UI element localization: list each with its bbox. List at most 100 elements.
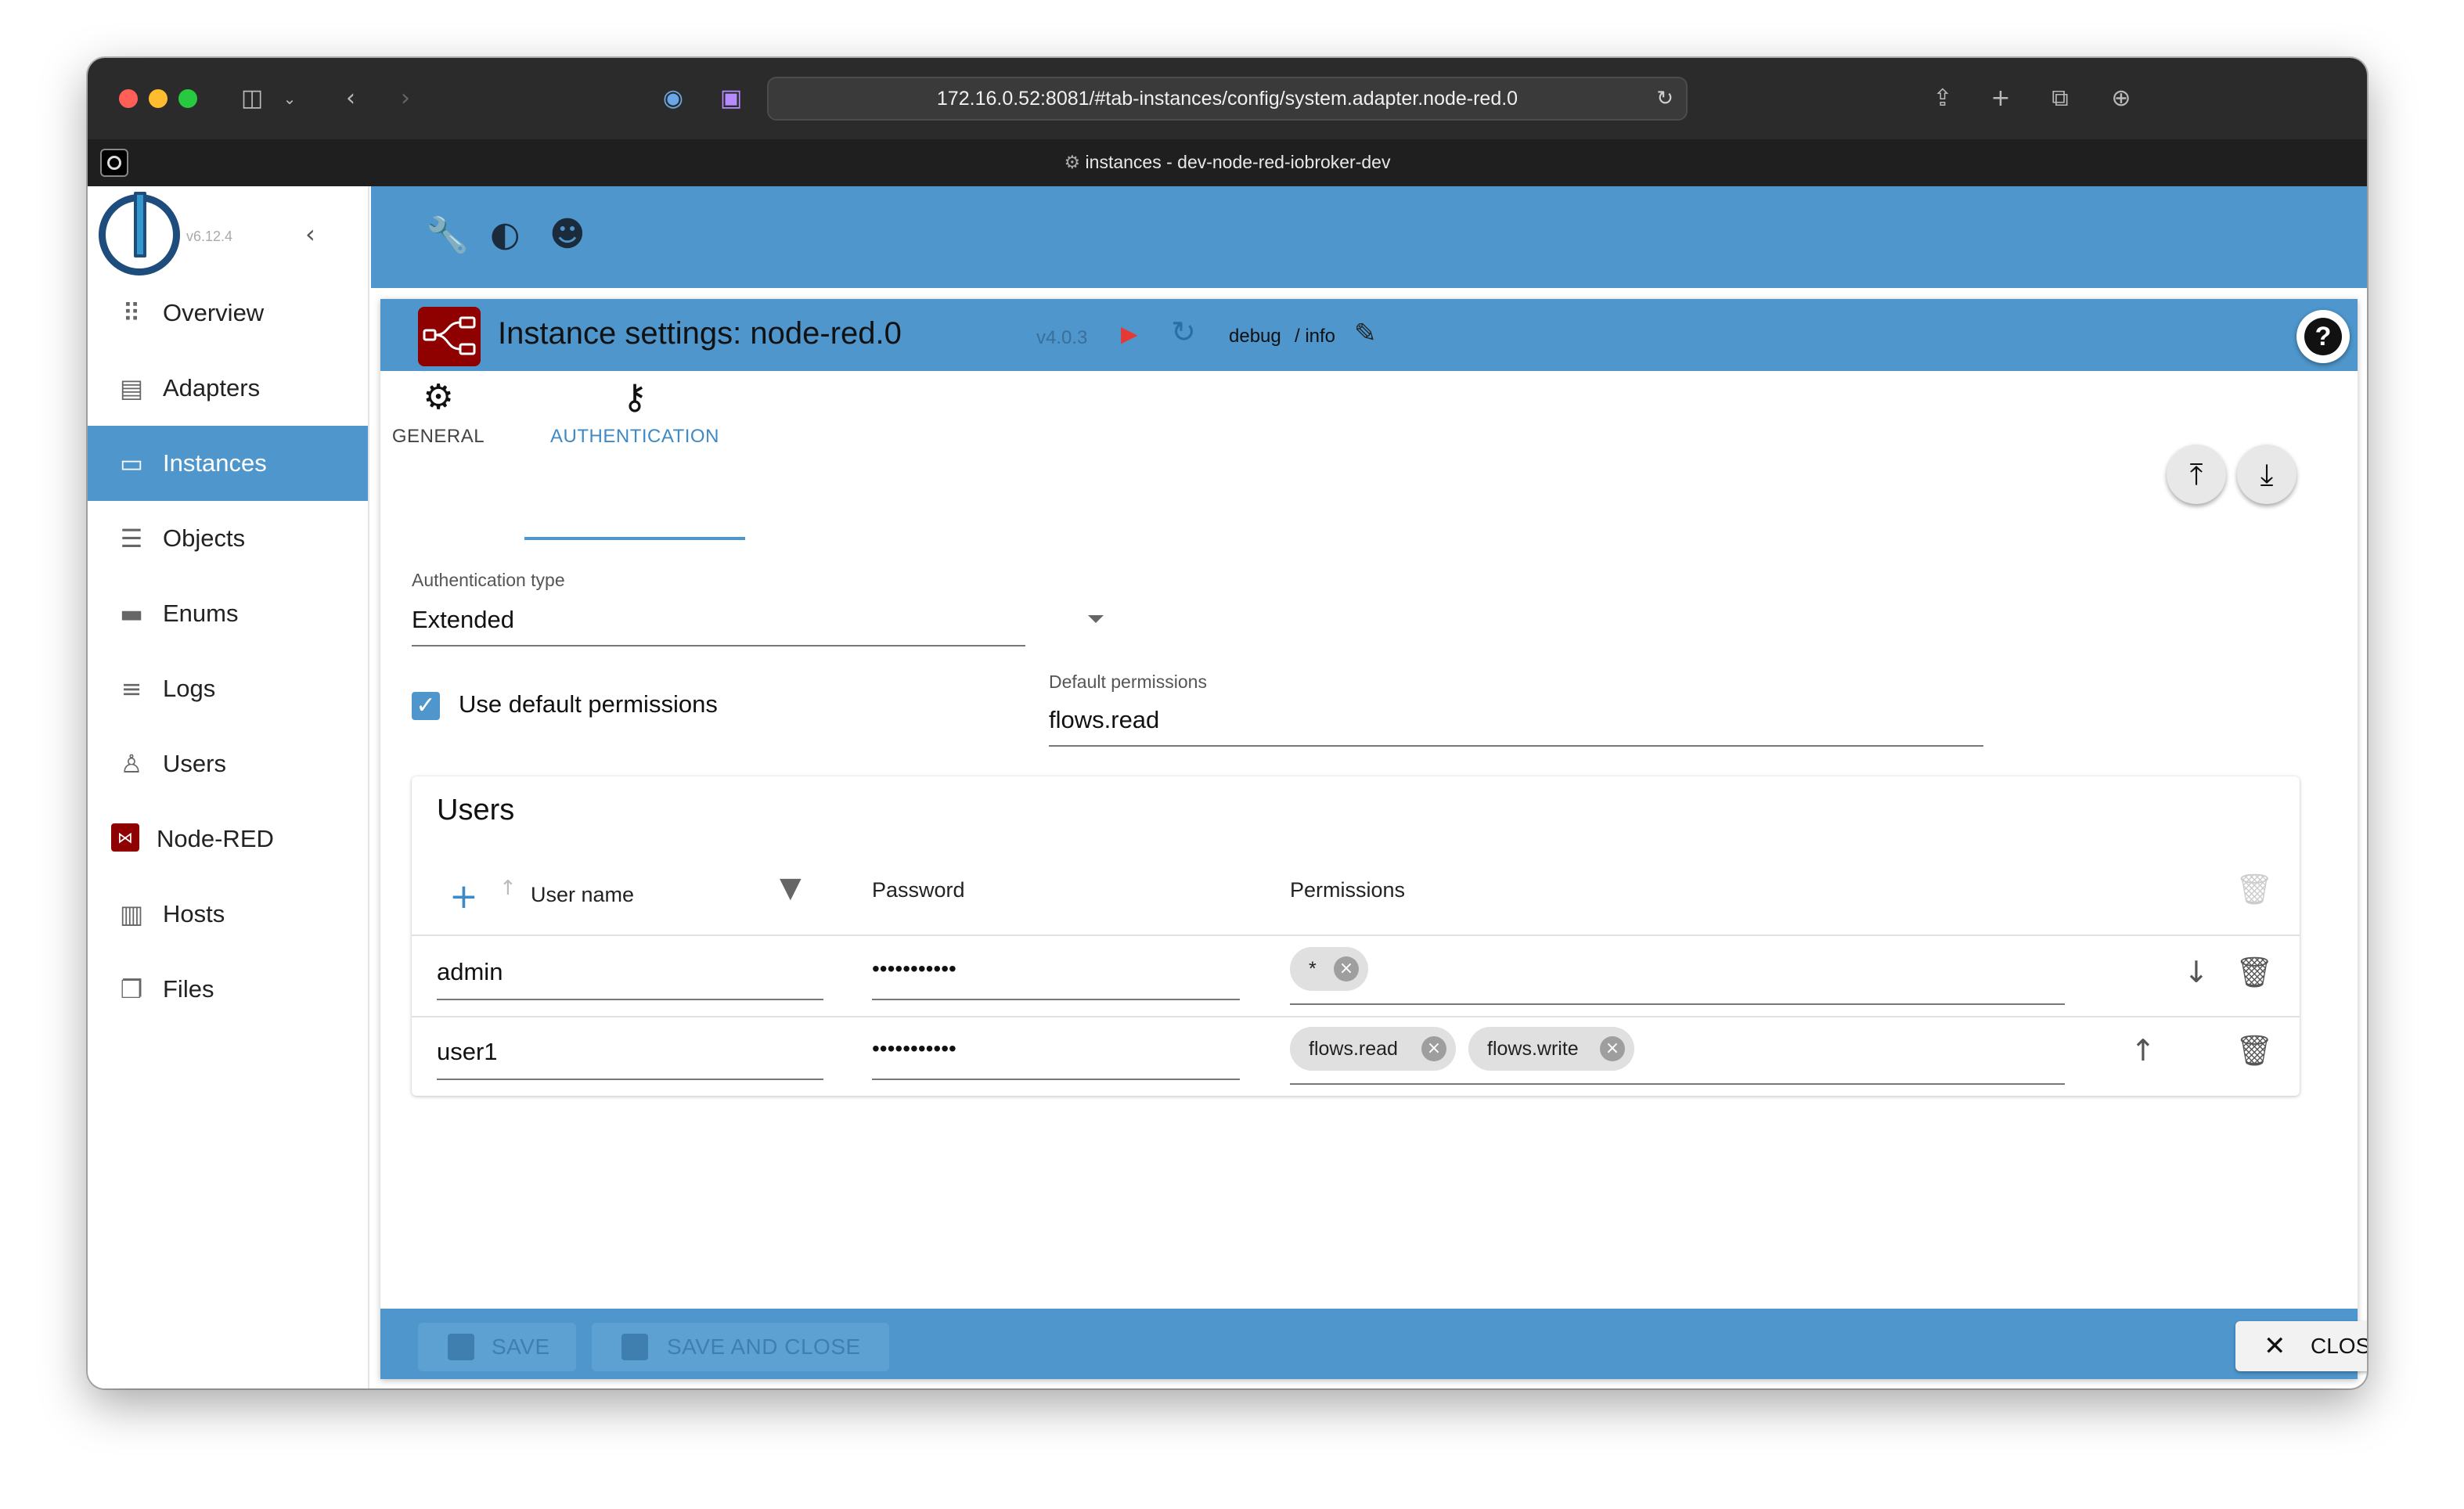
store-icon: ▤ bbox=[119, 373, 144, 403]
downloads-icon[interactable]: ⊕ bbox=[2106, 83, 2137, 114]
zoom-window-button[interactable] bbox=[178, 89, 197, 108]
move-down-icon[interactable]: ↓ bbox=[2184, 955, 2209, 989]
password-input[interactable]: ••••••••••• bbox=[872, 1036, 956, 1061]
delete-row-icon[interactable]: 🗑 bbox=[2235, 1033, 2273, 1068]
close-label: CLOSE bbox=[2311, 1334, 2367, 1358]
close-icon: ✕ bbox=[2264, 1331, 2286, 1362]
dropdown-arrow-icon[interactable] bbox=[1088, 615, 1104, 623]
default-permissions-input[interactable]: flows.read bbox=[1049, 706, 1159, 734]
grid-icon: ⠿ bbox=[122, 298, 141, 328]
username-input[interactable]: admin bbox=[437, 958, 503, 986]
tab-strip: ⚙ instances - dev-node-red-iobroker-dev bbox=[88, 139, 2367, 186]
sidebar-item-enums[interactable]: ▬ Enums bbox=[88, 576, 368, 651]
permission-chip[interactable]: flows.read × bbox=[1290, 1027, 1456, 1071]
password-underline bbox=[872, 999, 1240, 1000]
brightness-icon[interactable]: ◐ bbox=[490, 214, 520, 254]
close-button[interactable]: ✕ CLOSE bbox=[2235, 1321, 2367, 1371]
tab-title[interactable]: ⚙ instances - dev-node-red-iobroker-dev bbox=[88, 152, 2367, 173]
sidebar-item-label: Files bbox=[163, 975, 214, 1003]
save-button[interactable]: SAVE bbox=[418, 1323, 576, 1371]
expert-mode-icon[interactable]: ☻ bbox=[549, 214, 585, 254]
password-manager-icon[interactable]: ◉ bbox=[657, 83, 689, 114]
extension-icon[interactable]: ▣ bbox=[715, 83, 747, 114]
add-user-icon[interactable]: + bbox=[449, 877, 478, 917]
users-title: Users bbox=[437, 794, 515, 827]
sidebar-item-label: Objects bbox=[163, 524, 246, 552]
wrench-icon[interactable]: 🔧 bbox=[426, 214, 469, 255]
reload-icon[interactable]: ↻ bbox=[1656, 78, 1673, 119]
browser-window: ◫ ⌄ ‹ › ◉ ▣ 172.16.0.52:8081/#tab-instan… bbox=[88, 58, 2367, 1388]
move-up-icon[interactable]: ↑ bbox=[2131, 1033, 2156, 1068]
iobroker-logo bbox=[99, 192, 180, 276]
sidebar-item-label: Enums bbox=[163, 600, 239, 627]
sidebar-toggle-icon[interactable]: ◫ bbox=[236, 83, 268, 114]
sidebar-item-adapters[interactable]: ▤ Adapters bbox=[88, 351, 368, 426]
sidebar-item-files[interactable]: ❐ Files bbox=[88, 952, 368, 1027]
tab-general[interactable]: ⚙ GENERAL bbox=[391, 377, 485, 471]
adapter-version: v4.0.3 bbox=[1036, 327, 1088, 348]
download-config-button[interactable]: ⤓ bbox=[2237, 445, 2296, 504]
sidebar-item-overview[interactable]: ⠿ Overview bbox=[88, 276, 368, 351]
row-divider bbox=[412, 935, 2300, 936]
tab-authentication[interactable]: ⚷ AUTHENTICATION bbox=[524, 377, 745, 471]
sidebar-item-objects[interactable]: ☰ Objects bbox=[88, 501, 368, 576]
sidebar-item-hosts[interactable]: ▥ Hosts bbox=[88, 877, 368, 952]
user-icon: ♙ bbox=[120, 749, 143, 779]
help-icon: ? bbox=[2304, 318, 2342, 355]
use-default-permissions-checkbox[interactable]: ✓ bbox=[412, 692, 440, 720]
users-table-card: Users + ↑ User name ▼ Password Permissio… bbox=[412, 776, 2300, 1096]
column-header-username[interactable]: User name bbox=[531, 883, 634, 907]
auth-type-label: Authentication type bbox=[412, 570, 565, 590]
username-underline bbox=[437, 1079, 823, 1080]
filter-icon[interactable]: ▼ bbox=[780, 872, 802, 904]
chevron-down-icon[interactable]: ⌄ bbox=[274, 83, 305, 114]
password-underline bbox=[872, 1079, 1240, 1080]
save-and-close-label: SAVE AND CLOSE bbox=[667, 1334, 861, 1359]
sidebar-item-label: Logs bbox=[163, 675, 216, 702]
remove-chip-icon[interactable]: × bbox=[1334, 956, 1359, 981]
password-input[interactable]: ••••••••••• bbox=[872, 956, 956, 981]
minimize-window-button[interactable] bbox=[149, 89, 168, 108]
sidebar-item-users[interactable]: ♙ Users bbox=[88, 726, 368, 801]
gear-icon: ⚙ bbox=[1064, 153, 1081, 173]
tabs-overview-icon[interactable]: ⧉ bbox=[2044, 83, 2076, 114]
upload-config-button[interactable]: ⤒ bbox=[2167, 445, 2226, 504]
help-button[interactable]: ? bbox=[2296, 310, 2350, 363]
log-level: debug bbox=[1229, 326, 1281, 347]
forward-icon[interactable]: › bbox=[390, 83, 421, 114]
sidebar-item-label: Overview bbox=[163, 299, 265, 326]
permission-chip[interactable]: flows.write × bbox=[1468, 1027, 1634, 1071]
sidebar: v6.12.4 ‹ ⠿ Overview ▤ Adapters ▭ Instan… bbox=[88, 186, 369, 1388]
back-icon[interactable]: ‹ bbox=[335, 83, 366, 114]
sort-arrow-icon[interactable]: ↑ bbox=[499, 877, 517, 900]
default-permissions-underline bbox=[1049, 745, 1983, 747]
sidebar-item-instances[interactable]: ▭ Instances bbox=[88, 426, 368, 501]
tab-label: AUTHENTICATION bbox=[550, 426, 719, 447]
play-icon[interactable]: ▶ bbox=[1121, 321, 1138, 347]
hosts-icon: ▥ bbox=[119, 899, 144, 929]
delete-all-icon: 🗑 bbox=[2235, 872, 2274, 906]
sidebar-item-logs[interactable]: ≡ Logs bbox=[88, 651, 368, 726]
remove-chip-icon[interactable]: × bbox=[1600, 1036, 1625, 1061]
refresh-icon[interactable]: ↻ bbox=[1171, 315, 1196, 349]
permission-chip[interactable]: * × bbox=[1290, 947, 1368, 991]
sidebar-item-node-red[interactable]: ⋈ Node-RED bbox=[88, 801, 368, 877]
enums-icon: ▬ bbox=[119, 599, 144, 628]
close-window-button[interactable] bbox=[119, 89, 138, 108]
save-and-close-button[interactable]: SAVE AND CLOSE bbox=[592, 1323, 889, 1371]
new-tab-icon[interactable]: + bbox=[1985, 83, 2016, 114]
delete-row-icon[interactable]: 🗑 bbox=[2235, 955, 2273, 990]
save-label: SAVE bbox=[492, 1334, 550, 1359]
address-bar[interactable]: 172.16.0.52:8081/#tab-instances/config/s… bbox=[767, 77, 1688, 121]
tab-label: GENERAL bbox=[391, 426, 485, 447]
permissions-underline bbox=[1290, 1003, 2065, 1005]
share-icon[interactable]: ⇪ bbox=[1927, 83, 1958, 114]
node-red-logo bbox=[418, 307, 481, 366]
collapse-sidebar-icon[interactable]: ‹ bbox=[305, 219, 315, 249]
save-icon bbox=[448, 1334, 474, 1360]
edit-log-level-icon[interactable]: ✎ bbox=[1354, 318, 1377, 349]
username-input[interactable]: user1 bbox=[437, 1038, 498, 1066]
remove-chip-icon[interactable]: × bbox=[1421, 1036, 1446, 1061]
browser-toolbar: ◫ ⌄ ‹ › ◉ ▣ 172.16.0.52:8081/#tab-instan… bbox=[88, 58, 2367, 139]
auth-type-select[interactable]: Extended bbox=[412, 606, 514, 634]
